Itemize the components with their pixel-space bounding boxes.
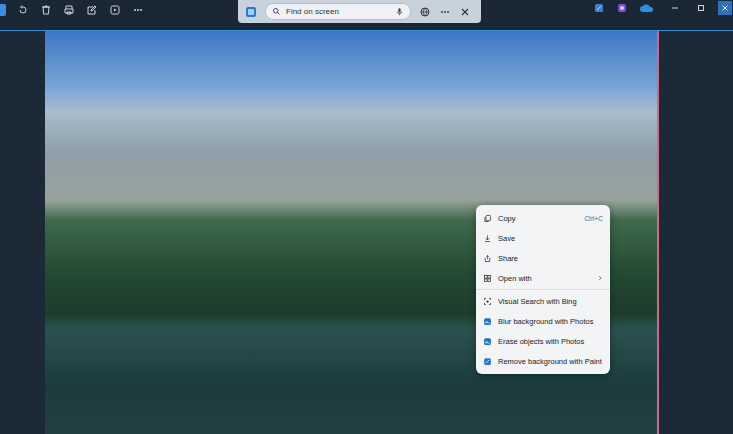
search-placeholder: Find on screen [286, 7, 390, 16]
copy-icon [483, 214, 492, 223]
menu-item[interactable]: Open with [476, 268, 610, 288]
menu-item-label: Remove background with Paint [498, 357, 603, 366]
menu-item-shortcut: Ctrl+C [584, 215, 603, 222]
find-toolbar: Find on screen [238, 0, 481, 23]
menu-item[interactable]: Copy Ctrl+C [476, 208, 610, 228]
menu-item-label: Visual Search with Bing [498, 297, 603, 306]
blur-icon [483, 317, 492, 326]
menu-item[interactable]: Share [476, 248, 610, 268]
app-icon[interactable] [0, 4, 6, 16]
menu-item[interactable]: Save [476, 228, 610, 248]
viewer-margin [659, 31, 733, 434]
menu-item-label: Share [498, 254, 603, 263]
menu-item[interactable]: Erase objects with Photos [476, 331, 610, 351]
open-icon [483, 274, 492, 283]
save-icon [483, 234, 492, 243]
close-icon [719, 2, 731, 14]
chevron-right-icon [597, 275, 603, 281]
more-icon[interactable] [132, 4, 144, 16]
erase-icon [483, 337, 492, 346]
menu-item-label: Open with [498, 274, 591, 283]
share-icon [483, 254, 492, 263]
window-controls [495, 0, 733, 15]
menu-separator [476, 289, 610, 290]
menu-item-label: Save [498, 234, 603, 243]
menu-item-label: Erase objects with Photos [498, 337, 603, 346]
print-icon[interactable] [63, 4, 75, 16]
search-icon [272, 7, 281, 16]
context-menu: Copy Ctrl+C Save Share Open with Visual Searc… [476, 205, 610, 374]
menu-item[interactable]: Blur background with Photos [476, 311, 610, 331]
designer-icon[interactable] [616, 2, 628, 14]
maximize-icon[interactable] [695, 2, 707, 14]
minimize-icon[interactable] [669, 2, 681, 14]
menu-item-label: Blur background with Photos [498, 317, 603, 326]
menu-item[interactable]: Remove background with Paint [476, 351, 610, 371]
onedrive-icon[interactable] [639, 2, 655, 14]
copilot-icon[interactable] [593, 2, 605, 14]
rotate-icon[interactable] [17, 4, 29, 16]
close-button[interactable] [718, 1, 732, 15]
globe-icon[interactable] [419, 6, 431, 18]
toolbar [0, 0, 238, 19]
menu-item-label: Copy [498, 214, 578, 223]
click-to-do-icon[interactable] [245, 6, 257, 18]
paint-icon [483, 357, 492, 366]
microphone-icon[interactable] [395, 7, 404, 16]
trash-icon[interactable] [40, 4, 52, 16]
more-icon[interactable] [439, 6, 451, 18]
screen: Find on screen Copy Ctrl+C Save Share Open wi… [0, 0, 733, 434]
search-field[interactable]: Find on screen [265, 3, 411, 20]
close-icon[interactable] [459, 6, 471, 18]
bing-icon [483, 297, 492, 306]
viewer: Copy Ctrl+C Save Share Open with Visual Searc… [0, 30, 733, 434]
edit-icon[interactable] [86, 4, 98, 16]
menu-item[interactable]: Visual Search with Bing [476, 291, 610, 311]
slideshow-icon[interactable] [109, 4, 121, 16]
title-bar: Find on screen [0, 0, 733, 30]
